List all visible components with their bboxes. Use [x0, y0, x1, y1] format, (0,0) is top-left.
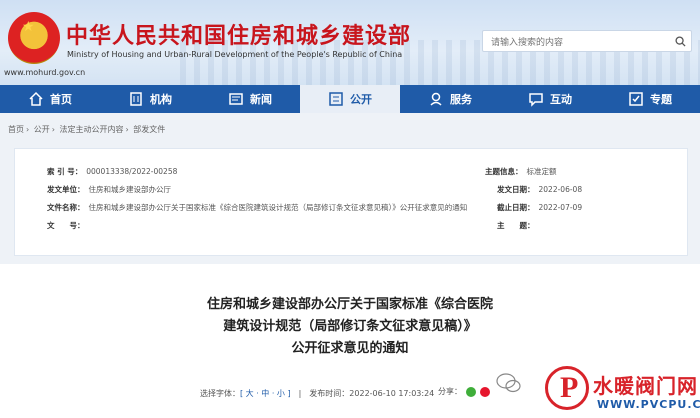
nav-label: 机构 [150, 93, 172, 106]
meta-value: 住房和城乡建设部办公厅关于国家标准《综合医院建筑设计规范（局部修订条文征求意见稿… [88, 203, 468, 212]
wechat-share-icon[interactable] [466, 386, 476, 397]
nav-item-topic[interactable]: 专题 [600, 85, 700, 113]
meta-label: 主题信息： [485, 167, 523, 176]
article-title: 住房和城乡建设部办公厅关于国家标准《综合医院 建筑设计规范（局部修订条文征求意见… [0, 294, 700, 360]
search-icon [674, 35, 686, 47]
nav-label: 专题 [650, 93, 672, 106]
nav-item-service[interactable]: 服务 [400, 85, 500, 113]
watermark-text: 水暖阀门网 [593, 374, 698, 398]
meta-value: 2022-06-08 [538, 185, 583, 194]
nav-label: 服务 [450, 93, 472, 106]
meta-topic: 主 题： [497, 220, 539, 231]
nav-label: 新闻 [250, 93, 272, 106]
open-icon [329, 92, 343, 106]
nav-label: 首页 [50, 93, 72, 106]
search-button[interactable] [669, 31, 691, 51]
meta-label: 主 题： [497, 221, 535, 230]
meta-org: 发文单位： 住房和城乡建设部办公厅 [47, 184, 171, 195]
meta-value: 住房和城乡建设部办公厅 [88, 185, 172, 194]
chat-icon [529, 93, 543, 107]
meta-subject: 主题信息： 标准定额 [485, 166, 557, 177]
share-bar: 分享： [438, 386, 490, 397]
meta-label: 截止日期： [497, 203, 535, 212]
font-size-label: 选择字体： [200, 389, 240, 398]
meta-value: 标准定额 [526, 167, 557, 176]
breadcrumb-link-open[interactable]: 公开 [34, 125, 50, 134]
site-title-cn[interactable]: 中华人民共和国住房和城乡建设部 [66, 18, 411, 50]
meta-label: 文 号： [47, 221, 85, 230]
star-icon: ★ [22, 19, 35, 35]
watermark-url: WWW.PVCPU.COM [597, 398, 700, 411]
nav-item-org[interactable]: 机构 [100, 85, 200, 113]
service-icon [430, 92, 442, 106]
watermark-logo: P [545, 366, 589, 410]
meta-deadline: 截止日期： 2022-07-09 [497, 202, 582, 213]
topic-icon [629, 92, 643, 106]
nav-item-open[interactable]: 公开 [300, 85, 400, 113]
article-title-line: 公开征求意见的通知 [291, 341, 409, 356]
site-header: ★ www.mohurd.gov.cn 中华人民共和国住房和城乡建设部 Mini… [0, 0, 700, 85]
search-box [482, 30, 692, 52]
breadcrumb-link-docs[interactable]: 部发文件 [133, 125, 165, 134]
meta-value: 000013338/2022-00258 [86, 167, 178, 176]
font-size-options[interactable]: [ 大 · 中 · 小 ] [240, 389, 291, 398]
nav-label: 互动 [550, 93, 572, 106]
home-icon [29, 91, 43, 106]
main-nav: 首页 机构 新闻 公开 服务 互动 专题 [0, 85, 700, 113]
search-input[interactable] [491, 35, 651, 48]
publish-label: 发布时间： [309, 389, 350, 398]
breadcrumb: 首页 › 公开 › 法定主动公开内容 › 部发文件 [8, 125, 166, 134]
share-label: 分享： [438, 387, 462, 396]
article-title-line: 住房和城乡建设部办公厅关于国家标准《综合医院 [206, 297, 493, 312]
meta-index: 索 引 号： 000013338/2022-00258 [47, 166, 177, 177]
news-icon [229, 93, 243, 105]
site-watermark: P 水暖阀门网 WWW.PVCPU.COM [545, 364, 700, 418]
meta-label: 索 引 号： [47, 167, 83, 176]
site-title-en: Ministry of Housing and Urban-Rural Deve… [67, 50, 403, 59]
divider: | [298, 389, 302, 398]
breadcrumb-link-statutory[interactable]: 法定主动公开内容 [60, 125, 124, 134]
site-url: www.mohurd.gov.cn [4, 68, 86, 77]
meta-label: 文件名称： [47, 203, 85, 212]
meta-label: 发文单位： [47, 185, 85, 194]
article-info-bar: 选择字体：[ 大 · 中 · 小 ] | 发布时间：2022-06-10 17:03… [200, 388, 434, 399]
meta-value: 2022-07-09 [538, 203, 583, 212]
nav-item-home[interactable]: 首页 [0, 85, 100, 113]
article-title-line: 建筑设计规范（局部修订条文征求意见稿）》 [223, 319, 477, 334]
meta-date: 发文日期： 2022-06-08 [497, 184, 582, 195]
meta-label: 发文日期： [497, 185, 535, 194]
breadcrumb-link-home[interactable]: 首页 [8, 125, 24, 134]
building-icon [130, 92, 142, 106]
publish-time: 2022-06-10 17:03:24 [349, 389, 435, 398]
document-meta-panel: 索 引 号： 000013338/2022-00258 主题信息： 标准定额 发文单… [14, 148, 688, 256]
meta-filename: 文件名称： 住房和城乡建设部办公厅关于国家标准《综合医院建筑设计规范（局部修订条文… [47, 202, 467, 213]
wechat-watermark-icon [496, 373, 521, 393]
nav-label: 公开 [350, 93, 372, 106]
meta-docno: 文 号： [47, 220, 89, 231]
nav-item-interact[interactable]: 互动 [500, 85, 600, 113]
weibo-share-icon[interactable] [480, 386, 490, 397]
nav-item-news[interactable]: 新闻 [200, 85, 300, 113]
